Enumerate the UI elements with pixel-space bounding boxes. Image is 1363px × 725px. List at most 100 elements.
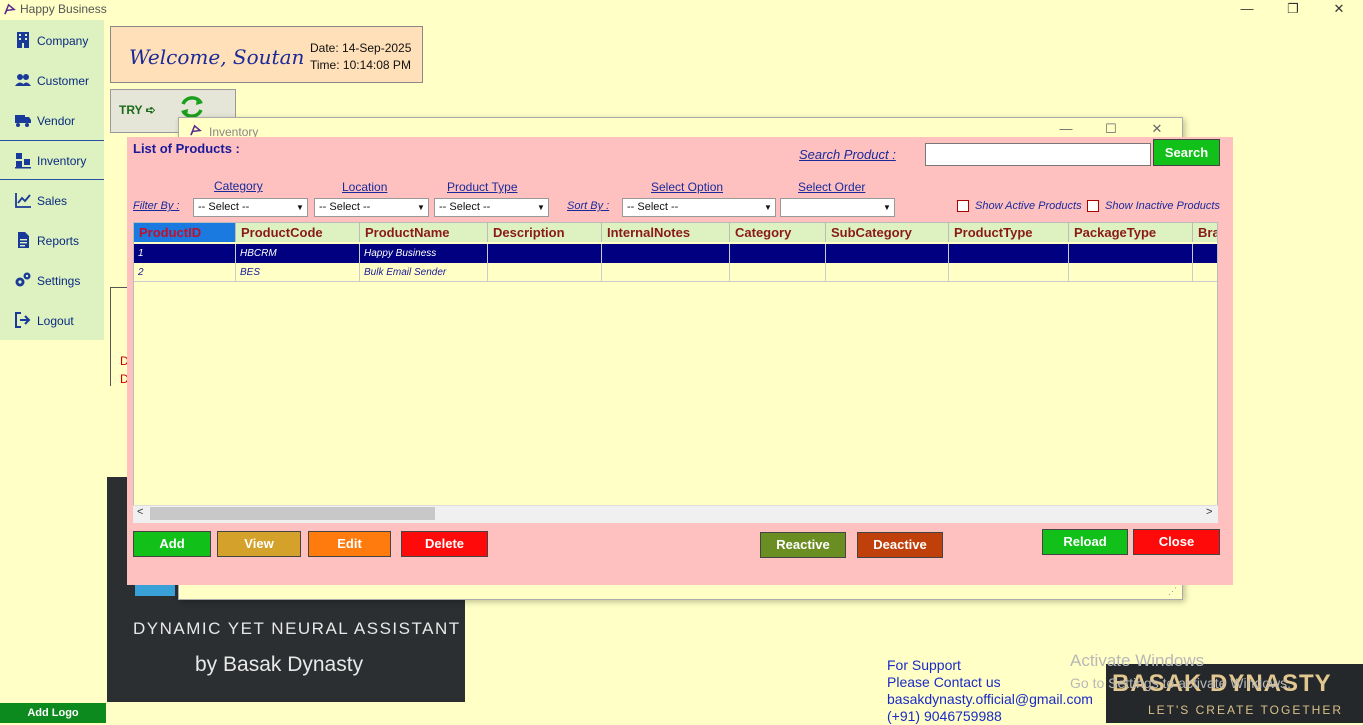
select-option-value: -- Select -- — [627, 201, 679, 213]
location-label: Location — [342, 180, 388, 194]
chart-line-icon — [15, 193, 31, 208]
column-header[interactable]: ProductID — [134, 223, 236, 242]
search-button[interactable]: Search — [1153, 139, 1220, 166]
sort-by-label: Sort By : — [567, 200, 610, 212]
app-logo-icon — [4, 3, 16, 15]
show-inactive-checkbox[interactable] — [1087, 200, 1099, 212]
sidebar-item-label: Inventory — [37, 154, 87, 168]
select-order-select[interactable]: ▼ — [780, 198, 895, 217]
scrollbar-thumb[interactable] — [150, 507, 435, 520]
inventory-icon — [15, 153, 31, 169]
minimize-button[interactable]: — — [1224, 0, 1270, 20]
table-cell — [1069, 263, 1193, 282]
sidebar-item-reports[interactable]: Reports — [0, 221, 104, 259]
building-icon — [17, 32, 29, 48]
table-cell — [730, 263, 826, 282]
location-select-value: -- Select -- — [319, 201, 371, 213]
inventory-close-button[interactable]: ✕ — [1137, 121, 1177, 137]
category-label: Category — [214, 179, 263, 193]
show-active-label: Show Active Products — [975, 200, 1082, 212]
sidebar-item-label: Settings — [37, 274, 81, 288]
deactive-button[interactable]: Deactive — [857, 532, 943, 558]
column-header[interactable]: Description — [488, 223, 602, 242]
filter-by-label: Filter By : — [133, 200, 180, 212]
product-type-label: Product Type — [447, 180, 518, 194]
column-header[interactable]: ProductType — [949, 223, 1069, 242]
table-cell — [1193, 244, 1217, 263]
table-cell — [826, 263, 949, 282]
add-button[interactable]: Add — [133, 531, 211, 557]
close-button[interactable]: Close — [1133, 529, 1220, 555]
category-select[interactable]: -- Select -- ▼ — [193, 198, 308, 217]
sidebar-item-sales[interactable]: Sales — [0, 181, 104, 219]
table-cell: Happy Business — [360, 244, 488, 263]
support-title: For Support — [887, 657, 961, 673]
scroll-right-icon[interactable]: > — [1206, 506, 1212, 518]
select-option-label: Select Option — [651, 180, 724, 194]
brand-tagline: DYNAMIC YET NEURAL ASSISTANT — [133, 619, 461, 638]
sidebar-item-settings[interactable]: Settings — [0, 261, 104, 299]
reactive-button[interactable]: Reactive — [760, 532, 846, 558]
sidebar-item-inventory[interactable]: Inventory — [0, 141, 104, 179]
app-titlebar: Happy Business — [0, 0, 1363, 20]
table-row[interactable]: 1 HBCRM Happy Business — [134, 244, 1217, 263]
support-email[interactable]: basakdynasty.official@gmail.com — [887, 691, 1093, 708]
current-date: Date: 14-Sep-2025 — [310, 41, 412, 55]
table-cell — [488, 263, 602, 282]
edit-button[interactable]: Edit — [308, 531, 391, 557]
select-option-select[interactable]: -- Select -- ▼ — [622, 198, 776, 217]
delete-button[interactable]: Delete — [401, 531, 488, 557]
sidebar: Company Customer Vendor Inventory Sales … — [0, 20, 104, 340]
products-grid[interactable]: ProductID ProductCode ProductName Descri… — [133, 222, 1218, 522]
welcome-text: Welcome, Soutan — [129, 45, 305, 69]
column-header[interactable]: Category — [730, 223, 826, 242]
app-logo-icon — [190, 124, 202, 136]
inventory-minimize-button[interactable]: — — [1046, 121, 1086, 136]
app-title: Happy Business — [20, 2, 107, 16]
table-cell: HBCRM — [236, 244, 360, 263]
location-select[interactable]: -- Select -- ▼ — [314, 198, 429, 217]
sidebar-item-label: Customer — [37, 74, 90, 88]
sidebar-item-logout[interactable]: Logout — [0, 301, 104, 339]
sidebar-item-label: Vendor — [37, 114, 76, 128]
gears-icon — [15, 272, 31, 287]
product-type-select[interactable]: -- Select -- ▼ — [434, 198, 549, 217]
sidebar-item-company[interactable]: Company — [0, 21, 104, 59]
activate-title: Activate Windows — [1070, 651, 1205, 670]
show-active-checkbox[interactable] — [957, 200, 969, 212]
welcome-box: Welcome, Soutan Date: 14-Sep-2025 Time: … — [110, 26, 423, 83]
table-cell — [730, 244, 826, 263]
support-contact: Please Contact us — [887, 674, 1001, 690]
search-input[interactable] — [925, 143, 1151, 166]
maximize-button[interactable]: ❐ — [1270, 0, 1316, 20]
reload-button[interactable]: Reload — [1042, 529, 1128, 555]
table-cell — [602, 263, 730, 282]
table-cell: Bulk Email Sender — [360, 263, 488, 282]
try-label: TRY ➪ — [119, 103, 156, 117]
select-order-label: Select Order — [798, 180, 866, 194]
sidebar-item-label: Reports — [37, 234, 80, 248]
add-logo-button[interactable]: Add Logo — [0, 703, 106, 723]
chevron-down-icon: ▼ — [296, 203, 304, 212]
view-button[interactable]: View — [217, 531, 301, 557]
close-window-button[interactable]: ✕ — [1316, 0, 1362, 20]
table-cell — [602, 244, 730, 263]
column-header[interactable]: InternalNotes — [602, 223, 730, 242]
basak-logo-tagline: LET'S CREATE TOGETHER — [1148, 703, 1343, 717]
sidebar-item-customer[interactable]: Customer — [0, 61, 104, 99]
column-header[interactable]: ProductCode — [236, 223, 360, 242]
inventory-maximize-button[interactable]: ☐ — [1091, 121, 1131, 137]
column-header[interactable]: Bra — [1193, 223, 1217, 242]
column-header[interactable]: SubCategory — [826, 223, 949, 242]
table-cell — [1193, 263, 1217, 282]
table-row[interactable]: 2 BES Bulk Email Sender — [134, 263, 1217, 282]
support-info: For Support Please Contact us basakdynas… — [887, 657, 1093, 725]
sidebar-item-vendor[interactable]: Vendor — [0, 101, 104, 139]
chevron-down-icon: ▼ — [764, 203, 772, 212]
show-inactive-label: Show Inactive Products — [1105, 200, 1220, 212]
resize-grip-icon[interactable]: ⋰ — [1168, 586, 1178, 596]
chevron-down-icon: ▼ — [537, 203, 545, 212]
scroll-left-icon[interactable]: < — [137, 506, 143, 518]
column-header[interactable]: ProductName — [360, 223, 488, 242]
column-header[interactable]: PackageType — [1069, 223, 1193, 242]
